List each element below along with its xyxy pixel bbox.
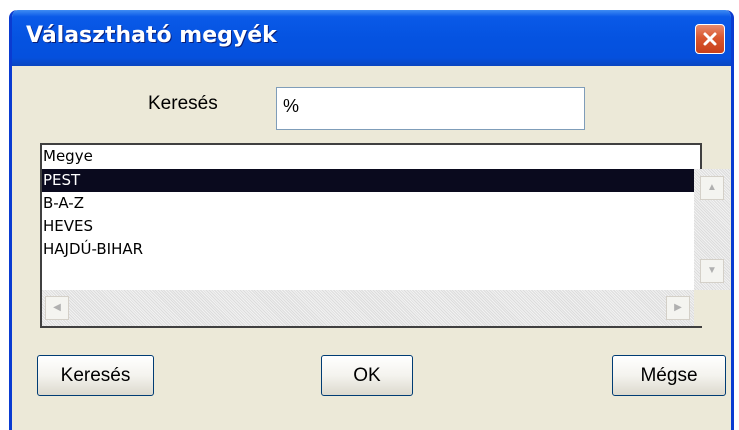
list-item[interactable]: HEVES xyxy=(42,215,694,238)
scroll-left-button[interactable]: ◀ xyxy=(45,296,69,320)
cancel-button[interactable]: Mégse xyxy=(612,355,726,396)
title-bar[interactable]: Választható megyék xyxy=(12,10,731,66)
arrow-right-icon: ▶ xyxy=(674,302,682,313)
vertical-scrollbar[interactable]: ▲ ▼ xyxy=(694,169,730,290)
search-label: Keresés xyxy=(148,93,218,114)
search-input[interactable]: % xyxy=(276,87,585,130)
search-button[interactable]: Keresés xyxy=(37,355,154,396)
close-icon xyxy=(703,32,717,46)
scroll-corner xyxy=(694,290,730,326)
column-header: Megye xyxy=(43,147,93,165)
ok-button[interactable]: OK xyxy=(321,355,413,396)
scroll-down-button[interactable]: ▼ xyxy=(700,259,724,283)
dialog-window: Választható megyék Keresés % Megye PEST … xyxy=(9,10,734,430)
list-item[interactable]: PEST xyxy=(42,169,694,192)
county-listbox[interactable]: Megye PEST B-A-Z HEVES HAJDÚ-BIHAR ▲ ▼ ◀… xyxy=(40,143,730,328)
close-button[interactable] xyxy=(695,24,725,54)
window-title: Választható megyék xyxy=(26,23,277,48)
scroll-right-button[interactable]: ▶ xyxy=(666,296,690,320)
list-item[interactable]: B-A-Z xyxy=(42,192,694,215)
arrow-left-icon: ◀ xyxy=(53,302,61,313)
scroll-up-button[interactable]: ▲ xyxy=(700,176,724,200)
arrow-up-icon: ▲ xyxy=(707,182,717,193)
horizontal-scrollbar[interactable]: ◀ ▶ xyxy=(42,290,694,326)
arrow-down-icon: ▼ xyxy=(707,265,717,276)
list-item[interactable]: HAJDÚ-BIHAR xyxy=(42,238,694,261)
list-items: PEST B-A-Z HEVES HAJDÚ-BIHAR xyxy=(42,169,694,261)
